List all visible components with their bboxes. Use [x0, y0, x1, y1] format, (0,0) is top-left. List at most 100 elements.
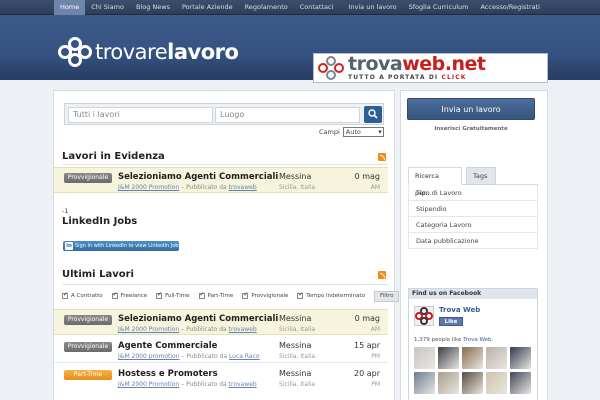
post-job-button[interactable]: Invia un lavoro: [407, 98, 535, 120]
job-type-badge: Part-Time: [64, 370, 112, 380]
linkedin-signin-button[interactable]: Sign In with LinkedIn to view LinkedIn J…: [63, 241, 181, 251]
facebook-fan-faces: [414, 347, 536, 394]
checkbox[interactable]: [156, 291, 162, 299]
linkedin-jobs-title: LinkedIn Jobs: [62, 216, 138, 227]
nav-portale-aziende[interactable]: Portale Aziende: [176, 0, 239, 15]
job-type-badge: Provvigionale: [64, 342, 112, 352]
checkbox[interactable]: [198, 291, 205, 299]
banner-title: trovaweb.net: [348, 52, 486, 75]
nav-accesso-registrati[interactable]: Accesso/Registrati: [474, 0, 546, 15]
job-meta: J&M 2000 Promotion – Pubblicato da trova…: [118, 381, 257, 388]
job-date: 0 mag: [354, 172, 380, 181]
fan-avatar[interactable]: [414, 372, 435, 394]
sidebar-item-data-pubblicazione[interactable]: Data pubblicazione: [408, 233, 538, 249]
job-row[interactable]: Provvigionale Selezioniamo Agenti Commer…: [54, 309, 388, 335]
search-icon: [368, 109, 378, 119]
job-row[interactable]: Part-Time Hostess e Promoters J&M 2000 P…: [54, 365, 388, 391]
tab-ricerca[interactable]: Ricerca per...: [408, 167, 462, 197]
sidebar-item-stipendio[interactable]: Stipendio: [408, 201, 538, 217]
trovaweb-banner[interactable]: trovaweb.net TUTTO A PORTATA DI CLICK: [313, 53, 548, 83]
job-title[interactable]: Agente Commerciale: [118, 341, 217, 351]
job-date: 15 apr: [354, 341, 380, 350]
job-title[interactable]: Selezioniamo Agenti Commerciali: [118, 172, 278, 182]
facebook-like-button[interactable]: Like: [439, 317, 463, 326]
featured-jobs-title: Lavori in Evidenza: [62, 151, 165, 162]
job-time: PM: [371, 381, 380, 388]
filter-freelance[interactable]: Freelance: [111, 291, 147, 299]
job-search-bar: Tutti i lavori Luogo: [64, 103, 384, 125]
nav-sfoglia-curriculum[interactable]: Sfoglia Curriculum: [403, 0, 475, 15]
job-city: Messina: [279, 172, 312, 181]
fan-avatar[interactable]: [510, 372, 531, 394]
tab-tags[interactable]: Tags: [466, 167, 496, 185]
trovaweb-logo-icon[interactable]: [414, 306, 434, 326]
fan-avatar[interactable]: [438, 372, 459, 394]
job-city: Messina: [279, 369, 312, 378]
search-tabs: Ricerca per... Tags: [408, 167, 538, 197]
job-date: 0 mag: [354, 314, 380, 323]
search-options-list: Tipo di Lavoro Stipendio Categoria Lavor…: [408, 185, 538, 249]
job-keyword-input[interactable]: Tutti i lavori: [68, 107, 213, 123]
sidebar-item-tipo-lavoro[interactable]: Tipo di Lavoro: [408, 185, 538, 201]
sidebar: Invia un lavoro Inserisci Gratuitamente …: [400, 90, 548, 400]
post-job-subtitle: Inserisci Gratuitamente: [434, 126, 508, 132]
nav-invia-lavoro[interactable]: Invia un lavoro: [342, 0, 402, 15]
filter-provvigionale[interactable]: Provvigionale: [242, 291, 288, 299]
facebook-page-name[interactable]: Trova Web: [439, 306, 480, 314]
filter-button[interactable]: Filtro: [373, 290, 400, 302]
nav-home[interactable]: Home: [54, 0, 86, 15]
fan-avatar[interactable]: [510, 347, 531, 369]
logo-circles-icon: [58, 37, 92, 67]
checkbox[interactable]: [242, 291, 248, 299]
fan-avatar[interactable]: [486, 347, 507, 369]
linkedin-counter: -1: [62, 207, 69, 215]
rss-icon[interactable]: [378, 271, 386, 279]
sidebar-item-categoria[interactable]: Categoria Lavoro: [408, 217, 538, 233]
job-title[interactable]: Selezioniamo Agenti Commerciali: [118, 314, 278, 324]
checkbox[interactable]: [111, 291, 118, 299]
campi-filter: Campi Auto: [319, 127, 384, 137]
job-region: Sicilia, Italia: [279, 184, 316, 191]
filter-contratto[interactable]: A Contratto: [62, 291, 103, 299]
job-region: Sicilia, Italia: [279, 381, 316, 388]
fan-avatar[interactable]: [486, 372, 507, 394]
latest-jobs-title: Ultimi Lavori: [62, 269, 134, 280]
main-menu: Home Chi Siamo Blog News Portale Aziende…: [54, 0, 339, 15]
main-content: Tutti i lavori Luogo Campi Auto Lavori i…: [53, 90, 400, 400]
checkbox[interactable]: [62, 291, 68, 299]
job-time: AM: [370, 326, 380, 333]
featured-job-row[interactable]: Provvigionale Selezioniamo Agenti Commer…: [54, 167, 388, 193]
search-button[interactable]: [364, 106, 382, 123]
banner-tagline: TUTTO A PORTATA DI CLICK: [348, 73, 467, 81]
fan-avatar[interactable]: [462, 372, 483, 394]
location-input[interactable]: Luogo: [215, 107, 360, 123]
divider: [62, 164, 388, 165]
job-meta: J&M 2000 Promotion – Pubblicato da trova…: [118, 326, 257, 333]
account-menu: Invia un lavoro Sfoglia Curriculum Acces…: [342, 0, 546, 15]
facebook-widget-title: Find us on Facebook: [409, 289, 537, 299]
job-row[interactable]: Provvigionale Agente Commerciale J&M 200…: [54, 337, 388, 363]
filter-full-time[interactable]: Full-Time: [156, 291, 190, 299]
job-title[interactable]: Hostess e Promoters: [118, 369, 218, 379]
filter-part-time[interactable]: Part-Time: [198, 291, 233, 299]
nav-blog-news[interactable]: Blog News: [130, 0, 176, 15]
rss-icon[interactable]: [378, 153, 386, 161]
campi-select[interactable]: Auto: [342, 127, 384, 137]
nav-regolamento[interactable]: Regolamento: [239, 0, 294, 15]
campi-label: Campi: [319, 128, 340, 136]
fan-avatar[interactable]: [414, 347, 435, 369]
fan-avatar[interactable]: [438, 347, 459, 369]
job-region: Sicilia, Italia: [279, 326, 316, 333]
job-meta: J&M 2000 Promotion – Pubblicato da trova…: [118, 184, 257, 191]
fan-avatar[interactable]: [462, 347, 483, 369]
job-time: AM: [370, 184, 380, 191]
filter-tempo-indeterminato[interactable]: Tempo Indeterminato: [297, 291, 365, 299]
nav-contattaci[interactable]: Contattaci: [294, 0, 340, 15]
banner-logo-icon: [318, 56, 344, 80]
checkbox[interactable]: [297, 291, 303, 299]
job-meta: J&M 2000 promotion – Pubblicato da Luca …: [118, 353, 260, 360]
facebook-widget: Find us on Facebook Trova Web Like 1,379…: [408, 288, 538, 400]
site-logo[interactable]: trovarelavoro: [58, 37, 239, 67]
job-city: Messina: [279, 314, 312, 323]
nav-chi-siamo[interactable]: Chi Siamo: [85, 0, 130, 15]
